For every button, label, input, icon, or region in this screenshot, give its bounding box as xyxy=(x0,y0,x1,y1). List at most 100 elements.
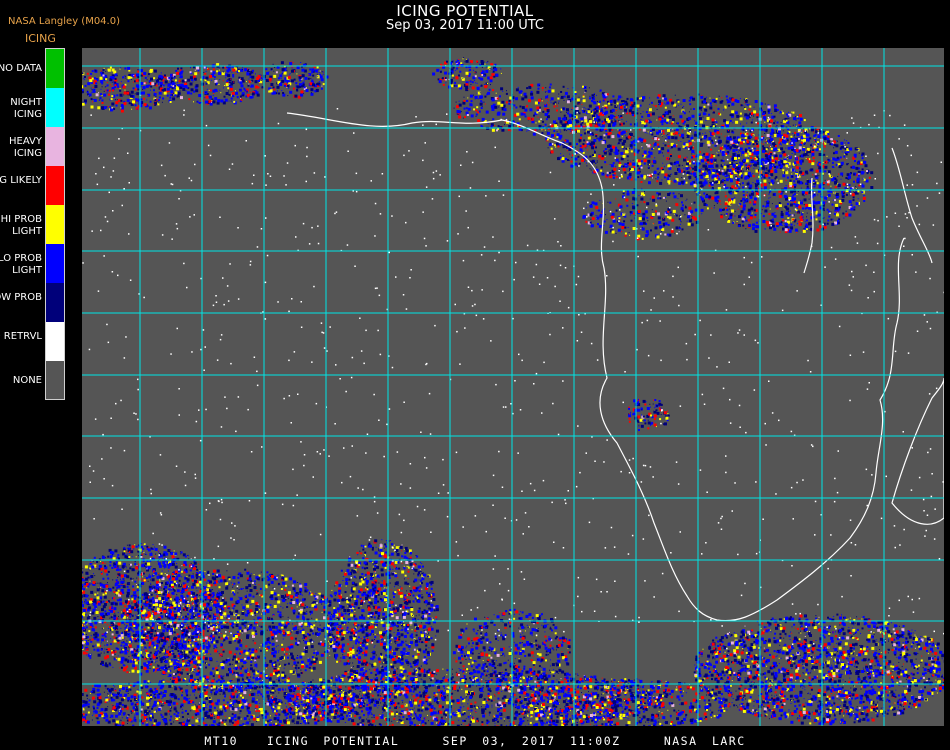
icing-pixel xyxy=(618,95,621,98)
icing-pixel xyxy=(585,90,587,92)
icing-pixel xyxy=(551,102,552,103)
icing-pixel xyxy=(492,69,493,70)
icing-pixel xyxy=(270,89,273,92)
icing-pixel xyxy=(156,92,157,93)
icing-pixel xyxy=(681,177,682,178)
icing-pixel xyxy=(644,159,647,162)
icing-pixel xyxy=(598,103,600,105)
icing-pixel xyxy=(323,72,324,73)
icing-pixel xyxy=(205,101,208,104)
icing-pixel xyxy=(746,99,747,100)
icing-pixel xyxy=(302,85,304,87)
icing-pixel xyxy=(226,92,229,95)
icing-pixel xyxy=(490,79,493,82)
icing-pixel xyxy=(567,150,568,151)
icing-pixel xyxy=(111,95,113,97)
icing-pixel xyxy=(94,99,97,102)
icing-pixel xyxy=(499,95,501,97)
icing-pixel xyxy=(766,125,767,126)
icing-pixel xyxy=(319,81,320,82)
icing-pixel xyxy=(147,94,150,97)
icing-pixel xyxy=(93,87,94,88)
icing-pixel xyxy=(206,83,207,84)
icing-pixel xyxy=(545,87,546,88)
icing-pixel xyxy=(788,118,789,119)
icing-pixel xyxy=(667,134,668,135)
icing-pixel xyxy=(513,100,514,101)
icing-pixel xyxy=(509,120,510,121)
icing-pixel xyxy=(492,73,495,76)
icing-pixel xyxy=(292,67,293,68)
icing-pixel xyxy=(642,142,643,143)
icing-pixel xyxy=(673,125,674,126)
icing-pixel xyxy=(689,100,691,102)
legend-label-no-retrvl: NO RETRVL xyxy=(0,331,42,343)
icing-pixel xyxy=(123,94,124,95)
icing-pixel xyxy=(162,102,163,103)
icing-pixel xyxy=(692,168,694,170)
icing-pixel xyxy=(599,101,601,103)
icing-pixel xyxy=(571,161,573,163)
icing-pixel xyxy=(304,81,305,82)
icing-pixel xyxy=(640,105,642,107)
icing-pixel xyxy=(439,80,442,83)
icing-pixel xyxy=(463,118,464,119)
icing-pixel xyxy=(582,86,584,88)
icing-pixel xyxy=(805,152,806,153)
icing-pixel xyxy=(232,76,234,78)
icing-pixel xyxy=(131,91,134,94)
icing-pixel xyxy=(114,82,116,84)
icing-pixel xyxy=(470,62,471,63)
legend-swatch-hi-prob-light xyxy=(46,205,64,244)
icing-pixel xyxy=(302,74,305,77)
icing-pixel xyxy=(107,92,108,93)
icing-pixel xyxy=(567,95,570,98)
icing-pixel xyxy=(657,179,658,180)
icing-pixel xyxy=(101,71,102,72)
icing-pixel xyxy=(481,85,482,86)
icing-pixel xyxy=(652,157,653,158)
icing-pixel xyxy=(209,90,210,91)
icing-pixel xyxy=(568,111,569,112)
icing-pixel xyxy=(198,73,199,74)
icing-pixel xyxy=(533,115,535,117)
icing-pixel xyxy=(238,80,239,81)
legend-swatch-mog-likely xyxy=(46,166,64,205)
icing-pixel xyxy=(156,85,158,87)
icing-pixel xyxy=(323,74,324,75)
icing-pixel xyxy=(689,103,691,105)
icing-pixel xyxy=(718,154,720,156)
icing-pixel xyxy=(533,133,536,136)
icing-pixel xyxy=(191,79,193,81)
icing-pixel xyxy=(575,99,576,100)
icing-pixel xyxy=(474,80,475,81)
icing-pixel xyxy=(621,119,622,120)
icing-pixel xyxy=(629,178,630,179)
icing-pixel xyxy=(701,110,702,111)
icing-map xyxy=(82,48,944,726)
icing-pixel xyxy=(107,82,108,83)
icing-pixel xyxy=(458,59,459,60)
icing-pixel xyxy=(115,78,117,80)
icing-pixel xyxy=(608,116,610,118)
icing-pixel xyxy=(109,90,111,92)
icing-pixel xyxy=(619,124,621,126)
icing-pixel xyxy=(85,85,87,87)
icing-pixel xyxy=(595,124,598,127)
icing-pixel xyxy=(504,124,505,125)
icing-pixel xyxy=(626,112,627,113)
icing-pixel xyxy=(631,179,633,181)
icing-pixel xyxy=(689,142,692,145)
icing-pixel xyxy=(154,99,156,101)
icing-pixel xyxy=(502,113,505,116)
icing-pixel xyxy=(209,96,212,99)
icing-pixel xyxy=(308,74,309,75)
icing-pixel xyxy=(580,118,583,121)
icing-pixel xyxy=(321,86,322,87)
icing-pixel xyxy=(497,102,500,105)
icing-pixel xyxy=(484,96,486,98)
icing-pixel xyxy=(584,130,585,131)
icing-pixel xyxy=(595,135,597,137)
icing-pixel xyxy=(134,80,136,82)
icing-pixel xyxy=(583,143,585,145)
